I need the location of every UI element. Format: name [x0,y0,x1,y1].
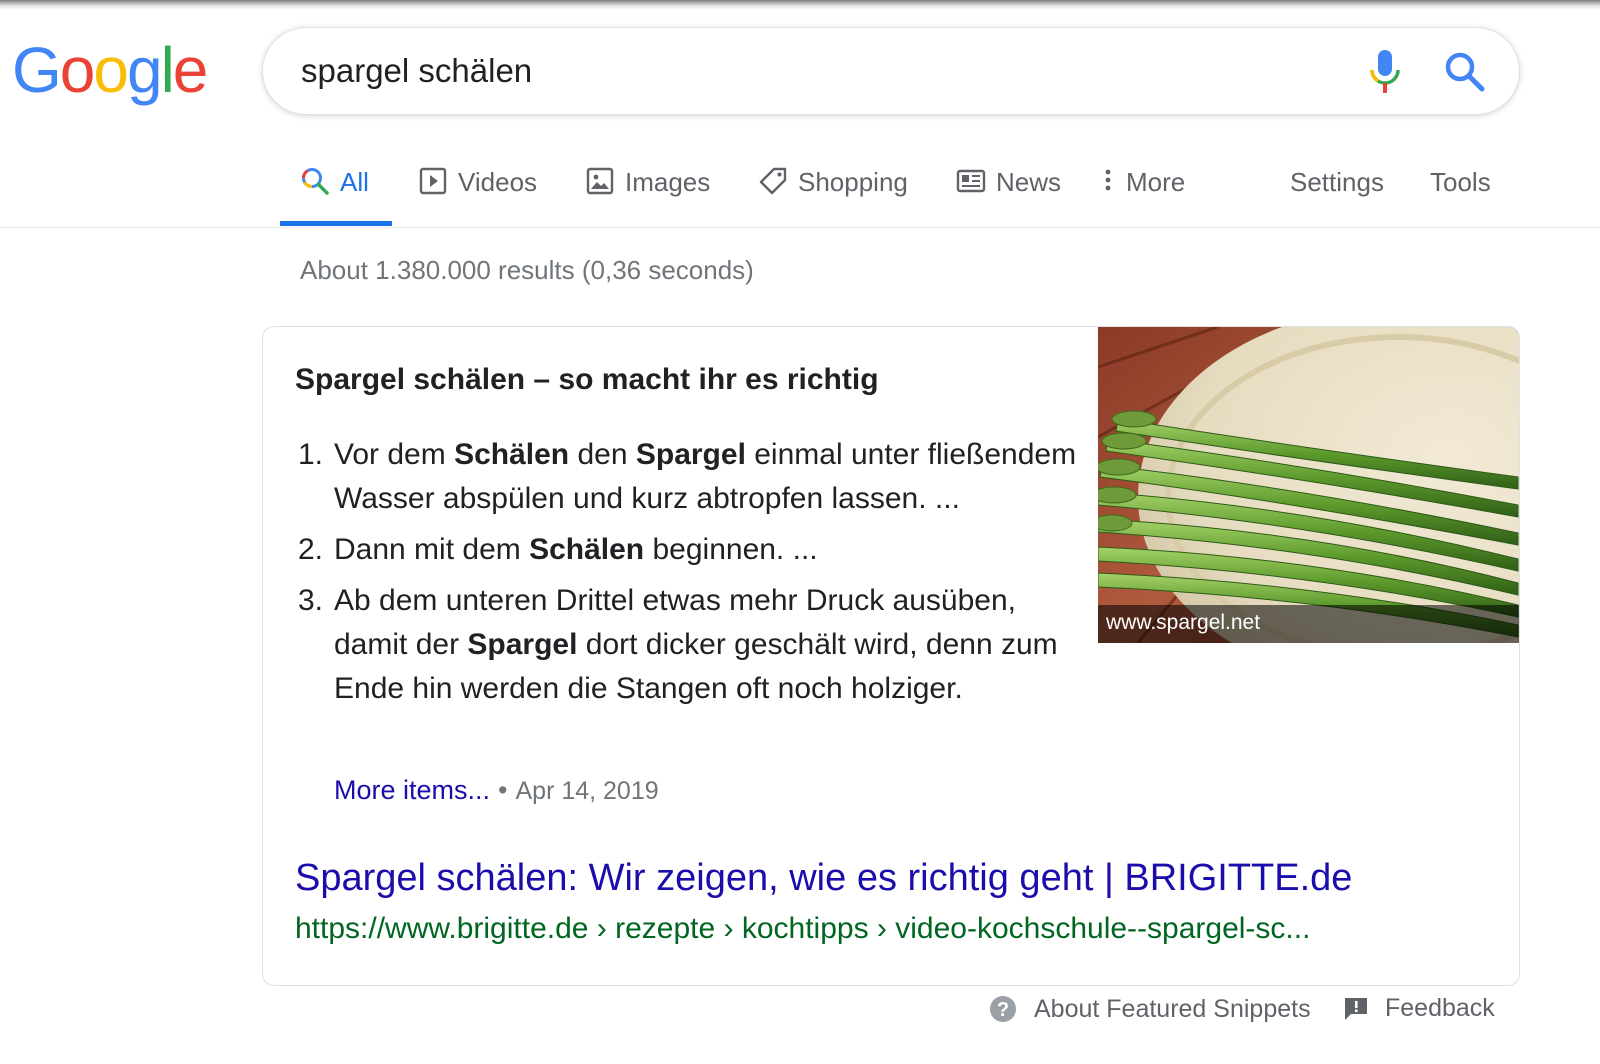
result-stats: About 1.380.000 results (0,36 seconds) [300,255,754,285]
tab-news-label: News [996,167,1062,197]
svg-text:?: ? [997,999,1009,1021]
about-featured-snippets-label: About Featured Snippets [1034,994,1311,1023]
step-keyword: Schälen [454,438,570,471]
search-tabs: All Videos Images Shopping News More Set… [280,150,1520,226]
step-text: Vor dem [334,438,455,471]
step-keyword: Schälen [529,533,645,566]
snippet-date: Apr 14, 2019 [515,777,659,805]
tab-videos-label: Videos [458,167,538,197]
asparagus-image [1098,327,1519,643]
featured-snippet-card: Spargel schälen – so macht ihr es richti… [262,326,1520,986]
tab-more-label: More [1126,167,1186,197]
logo-letter: o [93,34,129,106]
logo-letter: l [160,34,175,106]
microphone-icon[interactable] [1365,48,1405,96]
newspaper-icon [956,169,986,193]
feedback-flag-icon [1345,997,1367,1020]
logo-letter: G [12,34,62,106]
tab-videos[interactable]: Videos [418,150,537,226]
tab-shopping[interactable]: Shopping [758,150,908,226]
window-top-edge [0,0,1600,10]
feedback-link[interactable]: Feedback [1343,994,1495,1023]
step-number: 3. [298,584,324,617]
snippet-steps: 1. Vor dem Schälen den Spargel einmal unt… [295,433,1085,718]
search-box[interactable] [262,27,1520,115]
step-text: den [569,438,636,471]
image-icon [586,167,614,195]
tab-all[interactable]: All [300,150,369,226]
active-tab-indicator [280,221,392,226]
step-number: 1. [298,438,324,471]
feedback-label: Feedback [1385,994,1495,1022]
step-keyword: Spargel [467,628,578,661]
result-url: https://www.brigitte.de › rezepte › koch… [295,912,1311,945]
play-icon [419,167,447,195]
search-icon [302,168,329,195]
magnifier-icon[interactable] [1443,50,1487,94]
tag-icon [759,167,787,195]
tab-more[interactable]: More [1100,150,1185,226]
header-divider [0,227,1600,228]
logo-letter: g [126,34,163,106]
tab-news[interactable]: News [956,150,1061,226]
logo-letter: e [172,34,209,106]
more-items-row: More items... • Apr 14, 2019 [334,775,659,806]
settings-link[interactable]: Settings [1290,150,1384,226]
snippet-step: 3. Ab dem unteren Drittel etwas mehr Druc… [295,579,1085,711]
image-caption: www.spargel.net [1098,605,1519,643]
logo-letter: o [59,34,96,106]
search-input[interactable] [301,48,1301,94]
help-circle-icon: ? [990,996,1016,1022]
tools-link[interactable]: Tools [1430,150,1491,226]
settings-label: Settings [1290,167,1384,197]
step-number: 2. [298,533,324,566]
more-items-link[interactable]: More items... [334,775,490,805]
tab-shopping-label: Shopping [798,167,908,197]
snippet-image[interactable]: www.spargel.net [1098,327,1519,643]
tools-label: Tools [1430,167,1491,197]
step-text: Dann mit dem [334,533,530,566]
result-title-link[interactable]: Spargel schälen: Wir zeigen, wie es rich… [295,857,1352,900]
google-logo[interactable]: Google [12,30,209,110]
snippet-step: 1. Vor dem Schälen den Spargel einmal unt… [295,433,1085,521]
snippet-title: Spargel schälen – so macht ihr es richti… [295,363,879,396]
snippet-step: 2. Dann mit dem Schälen beginnen. ... [295,528,1085,572]
about-featured-snippets[interactable]: ? About Featured Snippets [988,994,1311,1024]
tab-images-label: Images [625,167,711,197]
step-text: beginnen. ... [644,533,818,566]
bullet-separator: • [498,775,508,805]
tab-images[interactable]: Images [585,150,710,226]
tab-all-label: All [340,167,369,197]
snippet-footer: ? About Featured Snippets Feedback [0,990,1600,1030]
step-keyword: Spargel [635,438,746,471]
vertical-dots-icon [1105,169,1111,191]
